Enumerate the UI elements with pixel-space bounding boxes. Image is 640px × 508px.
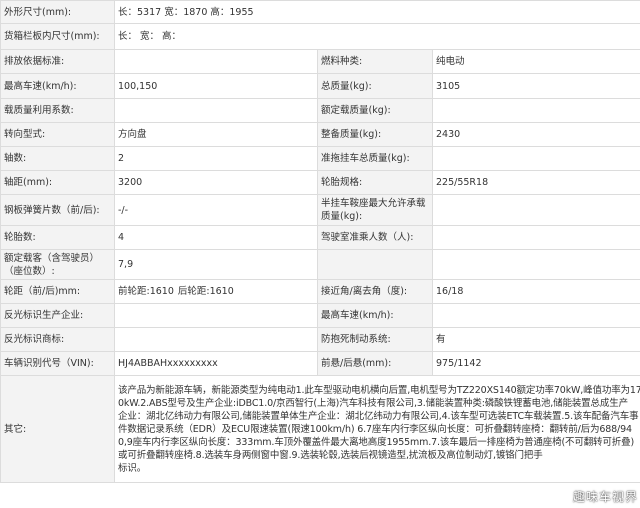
rated-passengers-value: 7,9 (114, 249, 318, 280)
abs-value: 有 (431, 327, 640, 352)
load-utilization-value (114, 98, 318, 123)
trailer-mass-value (431, 146, 640, 171)
curb-mass-value: 2430 (431, 122, 640, 147)
wheelbase-label: 轴距(mm): (0, 170, 115, 195)
empty-value (431, 249, 640, 280)
rated-passengers-label: 额定载客（含驾驶员）（座位数）: (0, 249, 115, 280)
max-speed-label: 最高车速(km/h): (0, 73, 115, 99)
gross-mass-label: 总质量(kg): (317, 73, 433, 99)
tire-count-label: 轮胎数: (0, 225, 115, 250)
table-row: 轮距（前/后)mm: 前轮距:1610 后轮距:1610 接近角/离去角（度): … (0, 279, 640, 304)
cargo-box-dimensions-label: 货箱栏板内尺寸(mm): (0, 23, 115, 50)
vin-value: HJ4ABBAHxxxxxxxxx (114, 351, 318, 376)
fuel-type-label: 燃料种类: (317, 49, 433, 74)
empty-label (317, 249, 433, 280)
other-notes: 该产品为新能源车辆，新能源类型为纯电动1.此车型驱动电机横向后置,电机型号为TZ… (113, 375, 640, 483)
emission-standard-value (114, 49, 318, 74)
front-track-value: 前轮距:1610 (118, 286, 174, 297)
steering-type-label: 转向型式: (0, 122, 115, 147)
approach-departure-value: 16/18 (431, 279, 640, 304)
tire-spec-label: 轮胎规格: (317, 170, 433, 195)
wheelbase-value: 3200 (114, 170, 318, 195)
watermark: 趣味车视界 (572, 490, 638, 504)
tire-count-value: 4 (114, 225, 318, 250)
note-line: 该产品为新能源车辆，新能源类型为纯电动1.此车型驱动电机横向后置,电机型号为TZ… (118, 384, 640, 396)
curb-mass-label: 整备质量(kg): (317, 122, 433, 147)
fifth-wheel-load-label: 半挂车鞍座最大允许承载质量(kg): (317, 194, 433, 226)
steering-type-value: 方向盘 (114, 122, 318, 147)
rated-load-label: 额定载质量(kg): (317, 98, 433, 123)
vin-label: 车辆识别代号（VIN): (0, 351, 115, 376)
table-row: 排放依据标准: 燃料种类: 纯电动 (0, 49, 640, 74)
overhang-label: 前悬/后悬(mm): (317, 351, 433, 376)
table-row: 反光标识生产企业: 最高车速(km/h): (0, 303, 640, 328)
track-width-value: 前轮距:1610 后轮距:1610 (114, 279, 318, 304)
note-line: 企业：湖北亿纬动力有限公司,储能装置单体生产企业：湖北亿纬动力有限公司,4.该车… (118, 410, 639, 422)
reflector-brand-label: 反光标识商标: (0, 327, 115, 352)
table-row: 车辆识别代号（VIN): HJ4ABBAHxxxxxxxxx 前悬/后悬(mm)… (0, 351, 640, 376)
fifth-wheel-load-value (431, 194, 640, 226)
tire-spec-value: 225/55R18 (431, 170, 640, 195)
approach-departure-label: 接近角/离去角（度): (317, 279, 433, 304)
cab-seats-label: 驾驶室准乘人数（人): (317, 225, 433, 250)
table-row: 轴距(mm): 3200 轮胎规格: 225/55R18 (0, 170, 640, 195)
rated-load-value (431, 98, 640, 123)
abs-label: 防抱死制动系统: (317, 327, 433, 352)
note-line: 件数据记录系统（EDR）及ECU限速装置(限速100km/h) 6.7座车内行李… (118, 423, 632, 435)
note-line: 0,9座车内行李区纵向长度：333mm.车顶外覆盖件最大离地高度1955mm.7… (118, 436, 635, 448)
spec-table: 外形尺寸(mm): 长：5317 宽：1870 高：1955 货箱栏板内尺寸(m… (0, 0, 640, 483)
overhang-value: 975/1142 (431, 351, 640, 376)
dimensions-label: 外形尺寸(mm): (0, 0, 115, 24)
emission-standard-label: 排放依据标准: (0, 49, 115, 74)
max-speed-value: 100,150 (114, 73, 318, 99)
rear-track-value: 后轮距:1610 (177, 286, 234, 297)
reflector-maker-label: 反光标识生产企业: (0, 303, 115, 328)
table-row: 转向型式: 方向盘 整备质量(kg): 2430 (0, 122, 640, 147)
table-row: 钢板弹簧片数（前/后): -/- 半挂车鞍座最大允许承载质量(kg): (0, 194, 640, 226)
note-line: 标识。 (118, 462, 147, 474)
cab-seats-value (431, 225, 640, 250)
leaf-springs-label: 钢板弹簧片数（前/后): (0, 194, 115, 226)
cargo-box-dimensions-value: 长： 宽： 高： (113, 23, 640, 50)
table-row: 反光标识商标: 防抱死制动系统: 有 (0, 327, 640, 352)
trailer-mass-label: 准拖挂车总质量(kg): (317, 146, 433, 171)
table-row: 其它: 该产品为新能源车辆，新能源类型为纯电动1.此车型驱动电机横向后置,电机型… (0, 375, 640, 483)
dimensions-value: 长：5317 宽：1870 高：1955 (113, 0, 640, 24)
table-row: 轮胎数: 4 驾驶室准乘人数（人): (0, 225, 640, 250)
axle-count-label: 轴数: (0, 146, 115, 171)
max-speed-2-value (431, 303, 640, 328)
table-row: 外形尺寸(mm): 长：5317 宽：1870 高：1955 (0, 0, 640, 24)
table-row: 货箱栏板内尺寸(mm): 长： 宽： 高： (0, 23, 640, 50)
other-label: 其它: (0, 375, 115, 483)
table-row: 额定载客（含驾驶员）（座位数）: 7,9 (0, 249, 640, 280)
table-row: 载质量利用系数: 额定载质量(kg): (0, 98, 640, 123)
reflector-maker-value (114, 303, 318, 328)
gross-mass-value: 3105 (431, 73, 640, 99)
fuel-type-value: 纯电动 (431, 49, 640, 74)
reflector-brand-value (114, 327, 318, 352)
max-speed-2-label: 最高车速(km/h): (317, 303, 433, 328)
note-line: 或可折叠翻转座椅.8.选装车身两侧窗中窗.9.选装轮毂,选装后视镜造型,扰流板及… (118, 449, 543, 461)
table-row: 最高车速(km/h): 100,150 总质量(kg): 3105 (0, 73, 640, 99)
table-row: 轴数: 2 准拖挂车总质量(kg): (0, 146, 640, 171)
note-line: 0kW.2.ABS型号及生产企业:iDBC1.0/京西智行(上海)汽车科技有限公… (118, 397, 628, 409)
leaf-springs-value: -/- (114, 194, 318, 226)
track-width-label: 轮距（前/后)mm: (0, 279, 115, 304)
load-utilization-label: 载质量利用系数: (0, 98, 115, 123)
axle-count-value: 2 (114, 146, 318, 171)
